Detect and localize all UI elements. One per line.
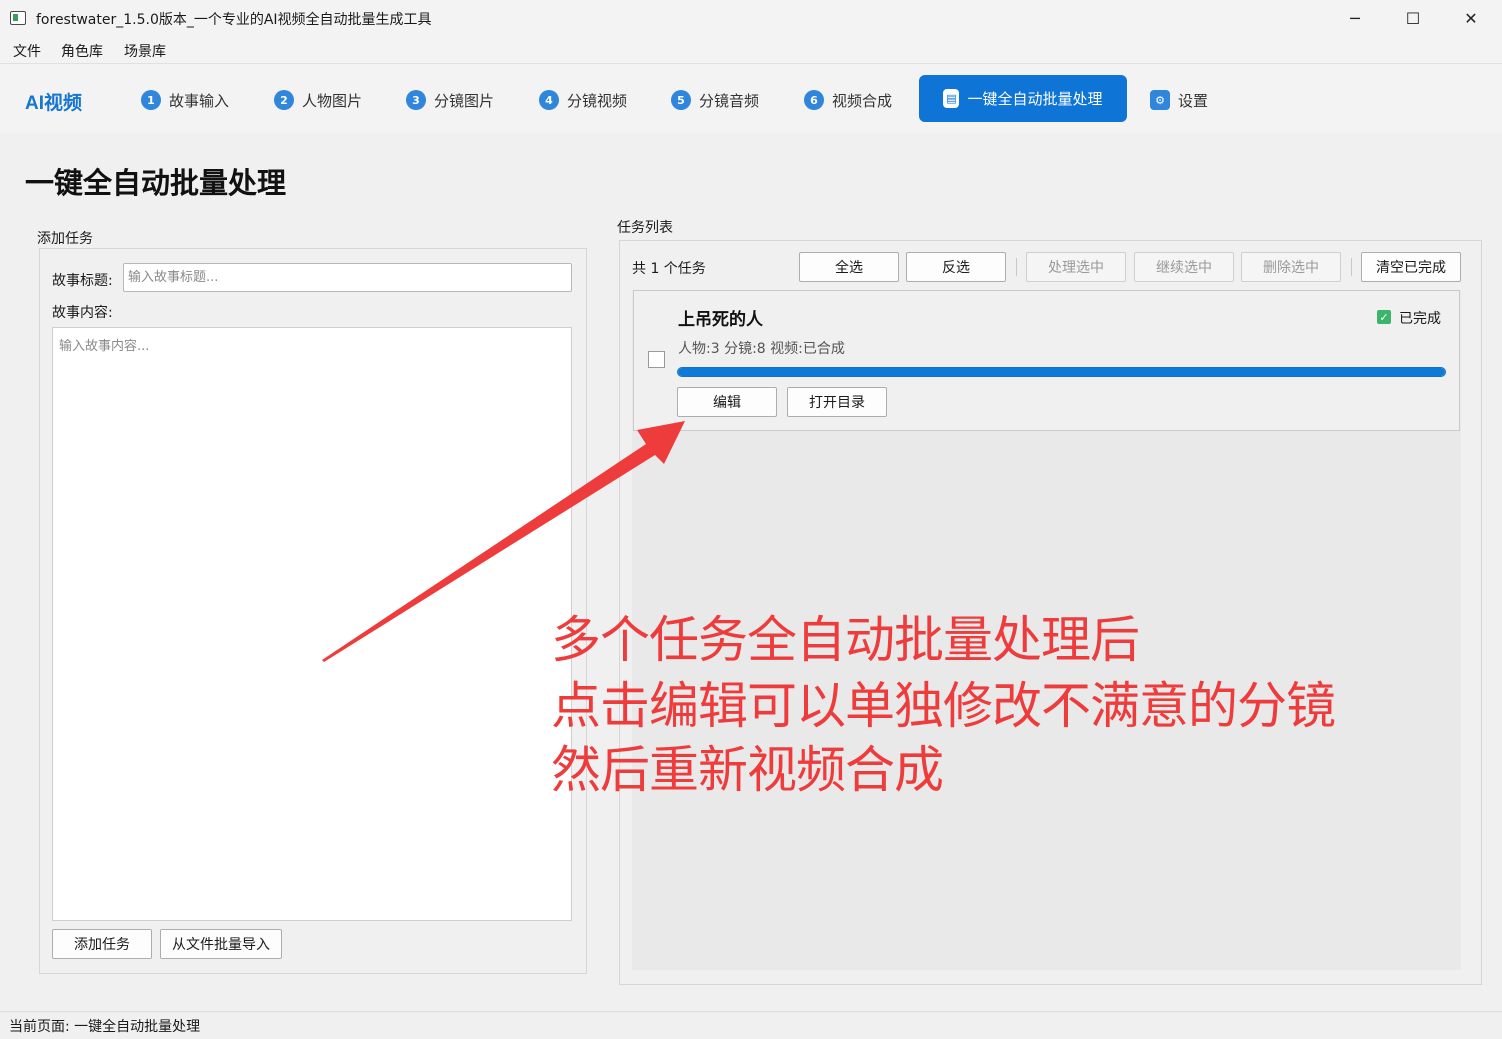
story-title-label: 故事标题: [52,273,113,289]
task-count: 共 1 个任务 [632,261,706,277]
tab-label: 分镜图片 [434,91,495,110]
tab-label: 故事输入 [169,91,230,110]
tab-label: 人物图片 [302,91,363,110]
tab-label: 分镜视频 [567,91,628,110]
annotation-text-line: 点击编辑可以单独修改不满意的分镜 [551,677,1336,735]
invert-selection-button[interactable]: 反选 [906,252,1006,282]
minimize-button[interactable]: ─ [1326,0,1384,37]
tab-label: 设置 [1178,91,1209,110]
story-content-label: 故事内容: [52,305,113,321]
brand-logo: AI视频 [25,93,83,114]
nav-bar: AI视频 1 故事输入 2 人物图片 3 分镜图片 4 分镜视频 5 分镜音频 … [0,63,1502,133]
step-2-icon: 2 [274,90,294,110]
tab-label: 视频合成 [832,91,893,110]
step-5-icon: 5 [671,90,691,110]
tab-label: 分镜音频 [699,91,760,110]
tab-storyboard-video[interactable]: 4 分镜视频 [539,84,627,116]
clipboard-icon: ▤ [943,89,960,108]
page-title: 一键全自动批量处理 [25,166,287,200]
select-all-button[interactable]: 全选 [799,252,899,282]
menu-file[interactable]: 文件 [13,41,41,61]
task-select-checkbox[interactable] [648,351,665,368]
tab-character-images[interactable]: 2 人物图片 [274,84,362,116]
tab-story-input[interactable]: 1 故事输入 [141,84,229,116]
process-selected-button[interactable]: 处理选中 [1026,252,1126,282]
app-icon [10,11,26,25]
window-title: forestwater_1.5.0版本_一个专业的AI视频全自动批量生成工具 [36,12,432,28]
annotation-text-line: 然后重新视频合成 [551,741,944,799]
maximize-button[interactable]: ☐ [1384,0,1442,37]
delete-selected-button[interactable]: 删除选中 [1241,252,1341,282]
annotation-text-line: 多个任务全自动批量处理后 [551,611,1140,669]
task-list-section-label: 任务列表 [617,220,673,236]
tab-settings[interactable]: ⚙ 设置 [1150,84,1208,116]
status-bar [0,1011,1502,1039]
add-task-button[interactable]: 添加任务 [52,929,152,959]
tab-batch-processing[interactable]: ▤ 一键全自动批量处理 [919,75,1127,122]
open-directory-button[interactable]: 打开目录 [787,387,887,417]
toolbar-divider [1016,258,1017,276]
tab-label: 一键全自动批量处理 [967,90,1103,108]
task-status: 已完成 [1399,311,1441,327]
step-6-icon: 6 [804,90,824,110]
batch-import-button[interactable]: 从文件批量导入 [160,929,282,959]
task-name: 上吊死的人 [678,310,763,330]
edit-task-button[interactable]: 编辑 [677,387,777,417]
gear-icon: ⚙ [1150,90,1170,110]
task-progress-bar [677,367,1446,377]
progress-fill [678,368,1445,376]
step-1-icon: 1 [141,90,161,110]
menu-scene-library[interactable]: 场景库 [124,41,166,61]
tab-storyboard-images[interactable]: 3 分镜图片 [406,84,494,116]
menu-character-library[interactable]: 角色库 [61,41,103,61]
status-bar-text: 当前页面: 一键全自动批量处理 [9,1019,201,1035]
step-3-icon: 3 [406,90,426,110]
tab-storyboard-audio[interactable]: 5 分镜音频 [671,84,759,116]
task-meta: 人物:3 分镜:8 视频:已合成 [678,341,845,357]
story-title-input[interactable] [123,263,572,292]
clear-completed-button[interactable]: 清空已完成 [1361,252,1461,282]
completed-check-icon: ✓ [1377,310,1391,324]
add-task-section-label: 添加任务 [37,231,93,247]
continue-selected-button[interactable]: 继续选中 [1134,252,1234,282]
tab-video-compose[interactable]: 6 视频合成 [804,84,892,116]
close-button[interactable]: ✕ [1442,0,1500,37]
story-content-textarea[interactable] [52,327,572,921]
toolbar-divider [1351,258,1352,276]
menu-bar [0,37,1502,63]
step-4-icon: 4 [539,90,559,110]
